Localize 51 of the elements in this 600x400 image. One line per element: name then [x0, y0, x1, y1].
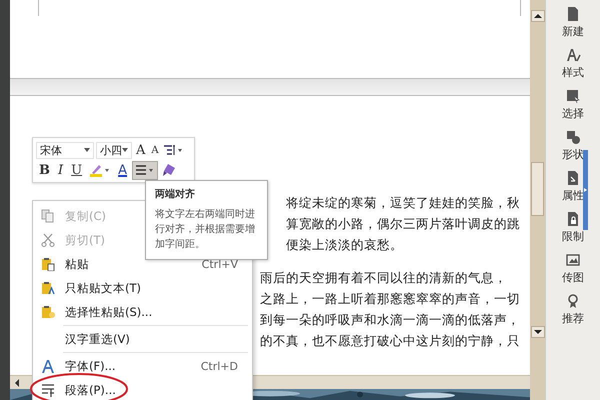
text-line: 将绽未绽的寒菊，逗笑了娃娃的笑脸，秋 [286, 194, 520, 212]
scissors-icon [41, 233, 55, 247]
grow-font-button[interactable]: A [134, 140, 148, 160]
clipboard-icon [41, 257, 55, 271]
menu-item[interactable]: 字体(F)... Ctrl+D [33, 354, 252, 378]
brush-icon [162, 163, 176, 177]
caret-icon [84, 148, 90, 152]
tooltip-title: 两端对齐 [155, 187, 196, 201]
font-dropdown[interactable]: 宋体 [36, 142, 94, 158]
menu-item[interactable]: 选择性粘贴(S)... [33, 300, 252, 324]
font-icon [41, 359, 55, 373]
panel-button[interactable]: 属性 [562, 168, 584, 205]
clipboard-icon [41, 305, 55, 319]
panel-button[interactable]: 形状 [562, 127, 584, 164]
panel-button[interactable]: 样式 [562, 45, 584, 82]
text-line: 到每一朵的呼吸声和水滴一滴一滴的低落声， [260, 311, 520, 329]
underline-button[interactable]: U [68, 160, 86, 180]
menu-item[interactable]: 只粘贴文本(T) [33, 276, 252, 300]
italic-button[interactable]: I [55, 160, 66, 180]
menu-item[interactable]: 段落(P)... [33, 378, 252, 400]
scroll-left-icon[interactable] [13, 378, 21, 388]
text-line: 的不真，也不愿意打破心中这片刻的宁静，只 [260, 332, 520, 350]
font-size-dropdown[interactable]: 小四 [96, 142, 132, 158]
highlighter-icon [89, 163, 112, 177]
scrollbar-thumb[interactable] [531, 162, 544, 216]
shapes-icon [565, 129, 581, 145]
shrink-font-button[interactable]: A [149, 140, 161, 160]
panel-button[interactable]: 新建 [562, 4, 584, 41]
style-icon [565, 47, 581, 63]
bold-button[interactable]: B [36, 160, 53, 180]
font-color-button[interactable]: A [115, 160, 130, 180]
panel-button[interactable]: 传图 [562, 250, 584, 287]
panel-button[interactable]: 选择 [562, 86, 584, 123]
menu-item[interactable]: 汉字重选(V) [33, 327, 252, 351]
scroll-down-icon[interactable] [530, 326, 544, 338]
tooltip-text: 将文字左右两端同时进行对齐，并根据需要增加字间距。 [155, 208, 256, 252]
justify-button[interactable] [132, 160, 158, 180]
panel-button[interactable]: 推荐 [562, 291, 584, 328]
text-line: 之路上，一路上听着那窸窸窣窣的声音，一切 [260, 290, 520, 308]
text-line: 便染上淡淡的哀愁。 [286, 236, 404, 254]
scroll-up-icon[interactable] [530, 10, 544, 22]
clipboard-icon [41, 281, 55, 295]
paragraph-icon [41, 383, 55, 397]
vertical-scrollbar[interactable] [530, 0, 545, 400]
copy-icon [41, 209, 55, 223]
image-icon [565, 252, 581, 268]
panel-collapse-handle[interactable] [583, 150, 588, 230]
text-line: 雨后的天空拥有着不同以往的清新的气息， [260, 269, 508, 287]
text-line: 算宽敞的小路，偶尔三两片落叶调皮的跳 [286, 215, 520, 233]
caret-icon [122, 148, 128, 152]
list-icon[interactable] [162, 144, 183, 156]
